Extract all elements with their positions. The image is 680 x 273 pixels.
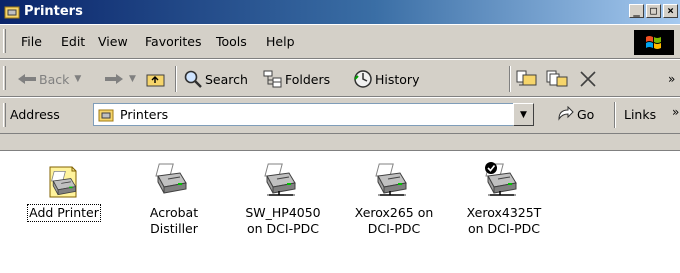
- item-label: Xerox265 on DCI-PDC: [354, 205, 434, 236]
- delete-icon: [580, 71, 596, 87]
- search-button[interactable]: Search: [183, 68, 248, 90]
- title-bar[interactable]: Printers _ □ ×: [0, 0, 680, 24]
- move-to-icon: [516, 70, 537, 86]
- chevron-down-icon: ▼: [520, 109, 527, 120]
- forward-button[interactable]: ▼: [104, 68, 136, 90]
- address-bar: Address Printers ▼ Go Links »: [0, 97, 680, 134]
- up-folder-icon: [146, 74, 165, 87]
- search-label: Search: [205, 71, 248, 87]
- item-label: Xerox4325T on DCI-PDC: [466, 205, 542, 236]
- default-network-printer-icon: [485, 162, 517, 196]
- item-label: Add Printer: [27, 204, 101, 222]
- add-printer-icon: [49, 166, 77, 198]
- folders-label: Folders: [285, 71, 331, 87]
- forward-dropdown-icon[interactable]: ▼: [129, 74, 136, 84]
- toolbar-grip[interactable]: [3, 66, 6, 90]
- up-folder-button[interactable]: [146, 68, 166, 90]
- links-button[interactable]: Links: [624, 103, 656, 125]
- item-label: Acrobat Distiller: [149, 205, 199, 236]
- standard-toolbar: Back ▼ ▼ Search Folders History »: [0, 59, 680, 97]
- item-label: SW_HP4050 on DCI-PDC: [245, 205, 321, 236]
- toolbar-chevron[interactable]: »: [668, 68, 675, 90]
- delete-button[interactable]: [578, 68, 598, 90]
- windows-logo-icon: [634, 30, 674, 55]
- network-printer-icon: [264, 163, 296, 196]
- history-button[interactable]: History: [353, 68, 419, 90]
- printers-folder-icon: [4, 6, 20, 19]
- history-icon: [354, 70, 372, 88]
- menu-help[interactable]: Help: [266, 34, 295, 49]
- minimize-button[interactable]: _: [629, 4, 644, 18]
- go-button[interactable]: Go: [556, 103, 594, 125]
- links-chevron[interactable]: »: [672, 101, 679, 123]
- go-arrow-icon: [558, 106, 574, 121]
- window-title: Printers: [24, 4, 83, 19]
- back-arrow-icon: [18, 74, 36, 84]
- move-to-button[interactable]: [516, 68, 538, 90]
- go-label: Go: [577, 106, 595, 122]
- address-grip[interactable]: [3, 103, 6, 127]
- acrobat-distiller-item[interactable]: Acrobat Distiller: [128, 161, 220, 237]
- address-value: Printers: [120, 107, 169, 122]
- address-label: Address: [10, 107, 60, 122]
- copy-to-icon: [546, 70, 568, 87]
- back-button[interactable]: Back ▼: [17, 68, 81, 90]
- forward-arrow-icon: [105, 74, 123, 84]
- back-label: Back: [39, 71, 70, 87]
- network-printer-icon: [375, 163, 407, 196]
- xerox4325t-item[interactable]: Xerox4325T on DCI-PDC: [458, 161, 550, 237]
- search-icon: [184, 70, 202, 88]
- history-label: History: [375, 71, 420, 87]
- toolbar-separator: [175, 66, 177, 92]
- menu-edit[interactable]: Edit: [61, 34, 85, 49]
- xerox265-item[interactable]: Xerox265 on DCI-PDC: [348, 161, 440, 237]
- menu-tools[interactable]: Tools: [216, 34, 247, 49]
- folders-icon: [263, 70, 282, 88]
- address-dropdown-button[interactable]: ▼: [513, 103, 534, 126]
- copy-to-button[interactable]: [546, 68, 568, 90]
- menu-file[interactable]: File: [21, 34, 42, 49]
- menu-grip[interactable]: [3, 29, 6, 53]
- menu-favorites[interactable]: Favorites: [145, 34, 201, 49]
- add-printer-item[interactable]: Add Printer: [18, 161, 110, 222]
- sw-hp4050-item[interactable]: SW_HP4050 on DCI-PDC: [237, 161, 329, 237]
- menu-view[interactable]: View: [98, 34, 128, 49]
- printers-folder-icon: [98, 109, 114, 122]
- chrome-area: File Edit View Favorites Tools Help Back…: [0, 24, 680, 150]
- close-button[interactable]: ×: [663, 4, 678, 18]
- printers-view[interactable]: Add Printer Acrobat Distiller SW_HP4050 …: [0, 150, 680, 273]
- back-dropdown-icon[interactable]: ▼: [74, 74, 81, 84]
- printer-icon: [155, 163, 187, 194]
- menu-bar: File Edit View Favorites Tools Help: [0, 24, 680, 59]
- maximize-button[interactable]: □: [646, 4, 661, 18]
- address-input[interactable]: Printers: [93, 103, 534, 126]
- folders-button[interactable]: Folders: [263, 68, 330, 90]
- toolbar-separator: [509, 66, 511, 92]
- address-separator: [614, 102, 616, 128]
